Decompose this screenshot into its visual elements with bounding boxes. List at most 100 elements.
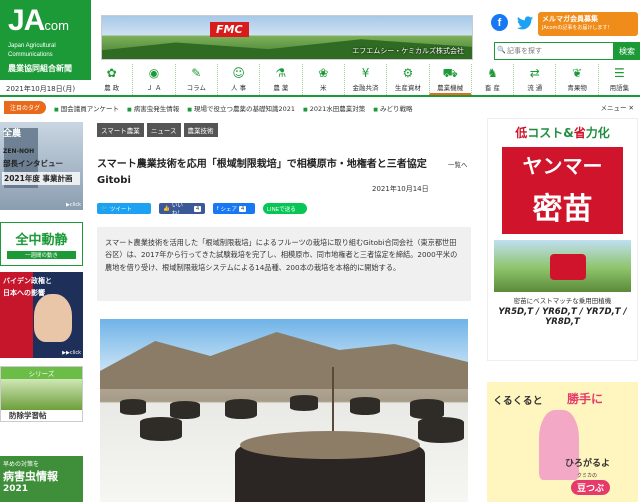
nav-item-produce[interactable]: ❦ 青果物 — [555, 64, 597, 95]
glossary-icon: ☰ — [614, 66, 625, 80]
ad-logo: 豆つぶ — [571, 480, 611, 495]
pest-control-series-ad[interactable]: シリーズ 防除学習帖 — [0, 366, 83, 422]
site-logo[interactable]: JAcom Japan Agricultural Communications … — [0, 0, 91, 80]
twitter-icon: 🐦 — [101, 205, 108, 212]
mountain-shape — [100, 332, 468, 389]
ad-text: 全農 — [3, 129, 22, 139]
breadcrumb-item[interactable]: 農業技術 — [183, 123, 218, 137]
newsletter-banner[interactable]: メルマガ会員募集 JAcomの記事をお届けします！ — [538, 12, 638, 36]
top-ad-banner[interactable]: FMC エフエムシー・ケミカルズ株式会社 — [101, 15, 473, 60]
tag-link[interactable]: 現場で役立つ農薬の基礎知識2021 — [187, 103, 295, 113]
kumika-ad[interactable]: くるくると 勝手に ひろがるよ クミカの 豆つぶ — [487, 382, 638, 502]
pest-info-ad[interactable]: 早めの対策を 病害虫情報 2021 — [0, 456, 83, 502]
nav-item-column[interactable]: ✎ コラム — [174, 64, 217, 95]
ad-text: 一週間の動き — [7, 251, 76, 259]
ad-text: ひろがるよ — [565, 459, 611, 469]
nav-divider — [0, 95, 640, 97]
thumbs-up-icon: 👍 — [163, 205, 170, 212]
ad-click-label: ▶click — [65, 202, 81, 208]
ad-text: 日本への影響 — [3, 289, 45, 297]
rice-transplanter-image — [494, 240, 631, 292]
banner-company: エフエムシー・ケミカルズ株式会社 — [352, 47, 464, 55]
zenchu-activity-ad[interactable]: 全中動静 一週間の動き — [0, 222, 83, 266]
tweet-label: ツイート — [109, 206, 132, 213]
ad-text: 2021年度 事業計画 — [2, 172, 80, 185]
breadcrumb-item[interactable]: ニュース — [146, 123, 181, 137]
planter-pot — [350, 397, 380, 415]
logo-text: JAcom — [8, 4, 69, 37]
search-input[interactable] — [494, 42, 614, 60]
zennoh-interview-ad[interactable]: 全農 ZEN-NOH 部長インタビュー 2021年度 事業計画 ▶click — [0, 122, 83, 210]
ad-models: YR5D,T / YR6D,T / YR7D,T / YR8D,T — [498, 307, 627, 327]
ad-caption: 密苗にベストマッチな乗用田植機 — [513, 297, 612, 305]
planter-pot — [290, 395, 318, 411]
nav-item-livestock[interactable]: ♞ 畜 産 — [470, 64, 513, 95]
planter-pot — [120, 399, 146, 415]
nav-item-ja[interactable]: ◉ Ｊ Ａ — [132, 64, 174, 95]
ad-text: バイデン政権と — [3, 277, 52, 285]
back-to-list-link[interactable]: 一覧へ — [448, 159, 468, 169]
newsletter-title: メルマガ会員募集 — [542, 15, 598, 23]
ja-icon: ◉ — [148, 66, 160, 80]
share-label: シェア — [220, 206, 238, 213]
facebook-share-button[interactable]: f シェア 4 — [213, 203, 255, 214]
nav-item-glossary[interactable]: ☰ 用語集 — [597, 64, 640, 95]
nav-item-personnel[interactable]: ☺ 人 事 — [216, 64, 259, 95]
tag-link[interactable]: 2021水田農業対策 — [303, 103, 366, 113]
yen-icon: ¥ — [361, 66, 370, 80]
share-buttons: 🐦 ツイート 👍 いいね！ 4 f シェア 4 LINEで送る — [97, 202, 307, 217]
soil-surface — [240, 431, 420, 459]
like-label: いいね！ — [171, 202, 183, 217]
logo-sub-1: Japan Agricultural — [8, 43, 56, 49]
nav-item-materials[interactable]: ⚙ 生産資材 — [386, 64, 428, 95]
line-share-button[interactable]: LINEで送る — [263, 203, 307, 214]
nav-item-finance[interactable]: ¥ 金融共済 — [343, 64, 386, 95]
ad-text: ZEN-NOH — [3, 148, 35, 155]
planter-pot — [410, 399, 444, 419]
newspaper-name: 農業協同組合新聞 — [8, 64, 72, 73]
distribution-icon: ⇄ — [529, 66, 540, 80]
facebook-icon[interactable]: f — [491, 14, 508, 31]
featured-tags-bar: 注目のタグ 国会議員アンケート 病害虫発生情報 現場で役立つ農薬の基礎知識202… — [0, 99, 640, 116]
search-button[interactable]: 検索 — [614, 42, 640, 60]
planter-pot — [418, 417, 464, 443]
ad-text: クミカの — [577, 473, 598, 479]
like-button[interactable]: 👍 いいね！ 4 — [159, 202, 205, 217]
planter-pot — [170, 401, 200, 419]
tractor-shape — [550, 254, 586, 280]
facebook-icon: f — [217, 205, 219, 212]
ad-text: 勝手に — [567, 392, 604, 406]
banner-brand: FMC — [210, 22, 249, 37]
publish-date: 2021年10月14日 — [372, 185, 429, 193]
person-icon: ☺ — [232, 66, 245, 80]
tweet-button[interactable]: 🐦 ツイート — [97, 203, 151, 214]
twitter-icon[interactable] — [516, 14, 533, 31]
mascot-image — [539, 410, 579, 480]
logo-sub-2: Communications — [8, 52, 53, 58]
search-box: 🔍 検索 — [494, 42, 640, 60]
share-count: 4 — [239, 205, 247, 212]
planter-pot — [225, 399, 257, 419]
breadcrumb: スマート農業 ニュース 農業技術 — [97, 123, 218, 137]
ad-text: 防除学習帖 — [9, 411, 47, 420]
ad-text: 病害虫情報 — [3, 470, 58, 483]
nav-item-pesticide[interactable]: ⚗ 農 薬 — [259, 64, 301, 95]
tag-link[interactable]: みどり戦略 — [373, 103, 413, 113]
nav-item-machinery[interactable]: ⛟ 農業機械 — [428, 64, 471, 95]
breadcrumb-item[interactable]: スマート農業 — [97, 123, 144, 137]
line-label: LINEで送る — [267, 206, 296, 213]
article-summary: スマート農業技術を活用した「根域制限栽培」によるフルーツの栽培に取り組むGito… — [97, 227, 471, 301]
biden-administration-ad[interactable]: バイデン政権と 日本への影響 ▶▶click — [0, 272, 83, 358]
tag-link[interactable]: 病害虫発生情報 — [127, 103, 180, 113]
ad-product: 密苗 — [502, 182, 623, 234]
field-image — [1, 379, 82, 410]
yanmar-ad[interactable]: 低コスト&省力化 ヤンマー 密苗 密苗にベストマッチな乗用田植機 YR5D,T … — [487, 118, 638, 361]
search-icon: 🔍 — [497, 46, 506, 54]
nav-item-rice[interactable]: ❀ 米 — [301, 64, 344, 95]
menu-close-button[interactable]: メニュー ✕ — [600, 102, 634, 112]
nav-item-policy[interactable]: ✿ 農 政 — [91, 64, 132, 95]
portrait-image — [34, 294, 72, 342]
planter-pot — [140, 417, 182, 441]
nav-item-distribution[interactable]: ⇄ 流 通 — [513, 64, 555, 95]
tag-link[interactable]: 国会議員アンケート — [54, 103, 119, 113]
